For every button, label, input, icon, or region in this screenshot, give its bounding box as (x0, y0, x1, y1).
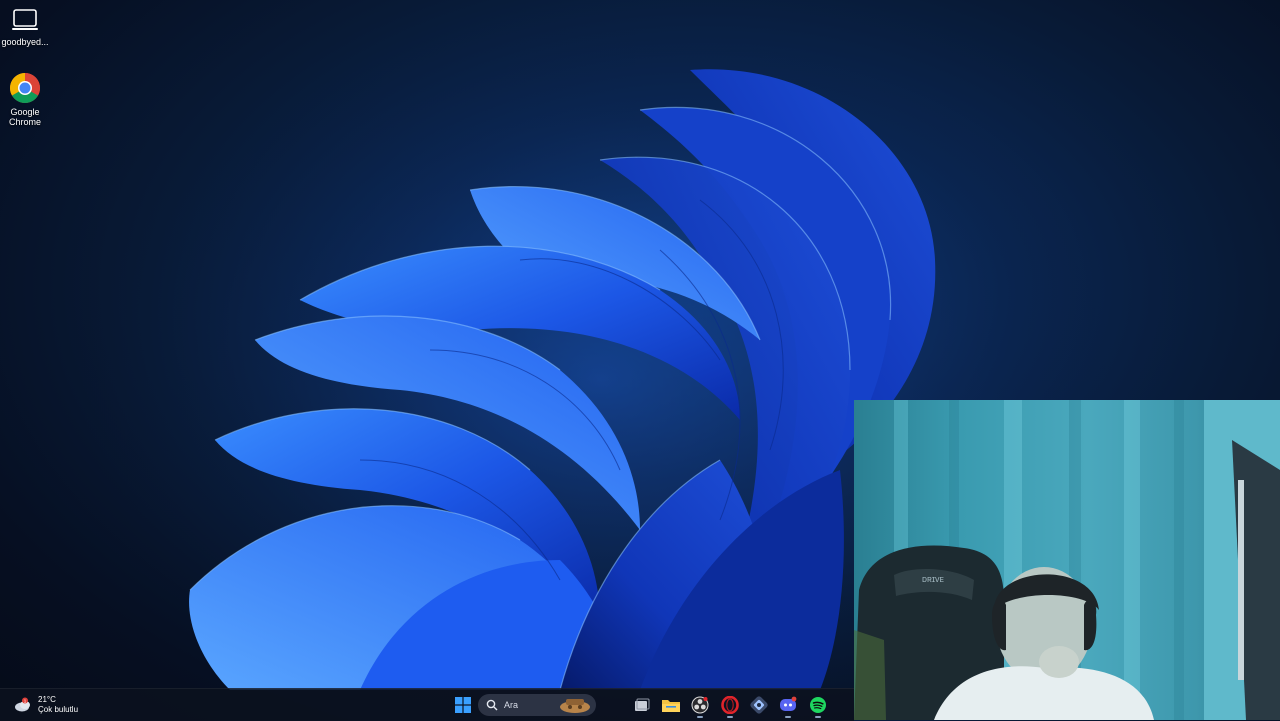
weather-widget[interactable]: 1 21°C Çok bulutlu (14, 693, 78, 717)
search-icon (486, 699, 498, 711)
windows-start-icon (455, 697, 471, 713)
search-input[interactable]: Ara (478, 694, 596, 716)
start-button[interactable] (451, 693, 475, 717)
running-indicator (727, 716, 733, 718)
discord-button[interactable] (776, 693, 800, 718)
discord-icon (780, 696, 797, 711)
task-view-icon (635, 698, 650, 711)
desktop-icon-label: Google Chrome (8, 107, 41, 127)
obs-icon (691, 696, 709, 714)
search-label: Ara (504, 700, 519, 710)
weather-condition: Çok bulutlu (38, 705, 79, 714)
taskbar: 1 21°C Çok bulutlu Ara (0, 688, 854, 721)
game-launcher-button[interactable] (747, 693, 771, 717)
weather-temperature: 21°C (38, 695, 56, 704)
opera-button[interactable] (718, 693, 742, 718)
running-indicator (785, 716, 791, 718)
running-indicator (815, 716, 821, 718)
search-highlight-art-icon (560, 699, 590, 713)
folder-icon (662, 700, 680, 712)
spotify-icon (810, 697, 826, 713)
desktop-icon-label: goodbyed... (1, 37, 49, 47)
task-view-button[interactable] (630, 693, 654, 717)
file-explorer-button[interactable] (659, 693, 683, 717)
spotify-button[interactable] (806, 693, 830, 718)
chrome-icon (9, 73, 41, 104)
laptop-icon (12, 9, 38, 30)
game-launcher-icon (750, 696, 768, 714)
obs-button[interactable] (688, 693, 712, 718)
desktop-icon-laptop[interactable]: goodbyed... (0, 8, 55, 47)
running-indicator (697, 716, 703, 718)
webcam-overlay: ᴅʀɪᴠᴇ (854, 400, 1280, 720)
opera-icon (721, 696, 739, 714)
cloudy-weather-icon: 1 (15, 697, 30, 712)
webcam-scene: ᴅʀɪᴠᴇ (854, 400, 1280, 720)
desktop-icon-chrome[interactable]: Google Chrome (0, 72, 55, 127)
svg-text:ᴅʀɪᴠᴇ: ᴅʀɪᴠᴇ (922, 574, 945, 584)
